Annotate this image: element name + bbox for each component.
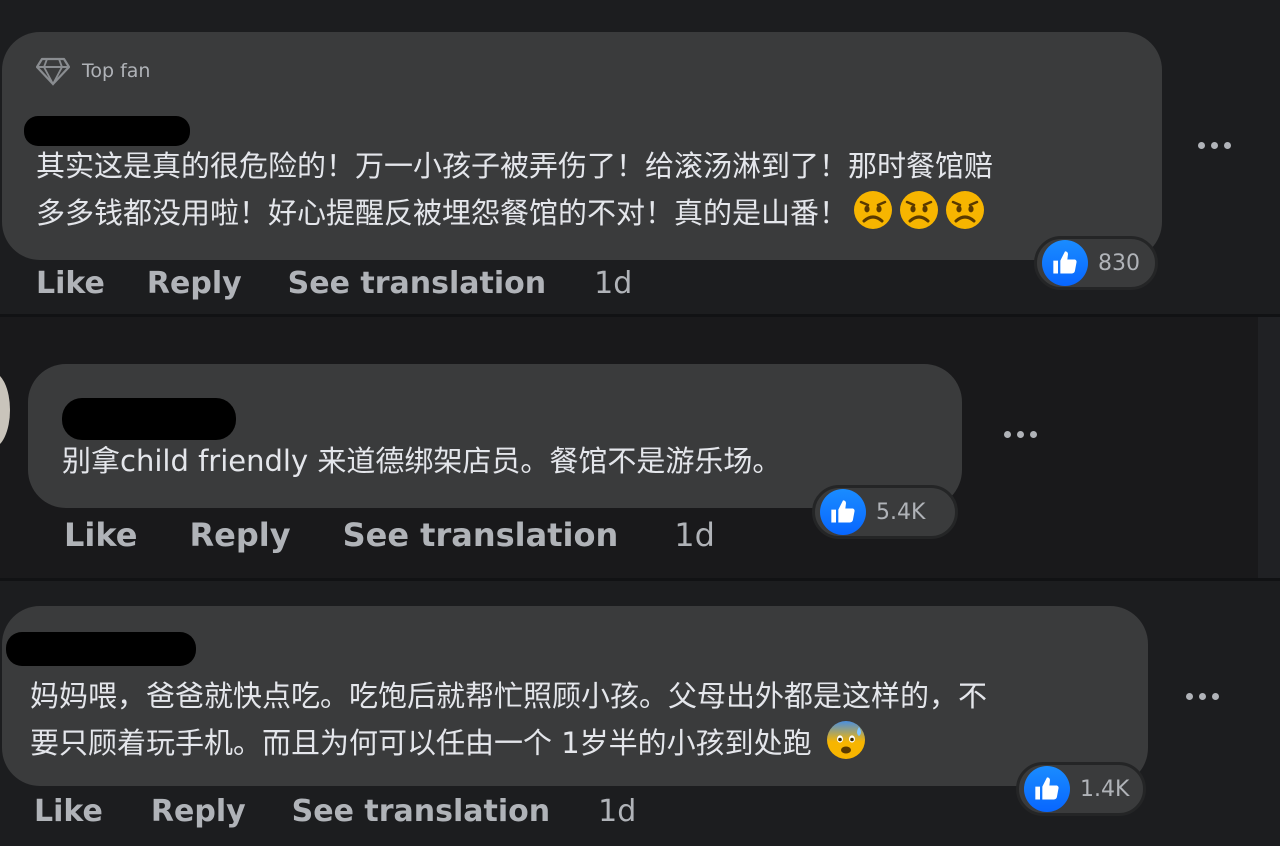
like-button[interactable]: Like: [64, 516, 137, 554]
more-options-button[interactable]: [1004, 431, 1037, 438]
comment-text: 别拿child friendly 来道德绑架店员。餐馆不是游乐场。: [62, 438, 781, 484]
like-reaction-icon: [820, 489, 866, 535]
dot: [1198, 142, 1205, 149]
like-button[interactable]: Like: [36, 266, 105, 301]
comment-line-with-emoji: 要只顾着玩手机。而且为何可以任由一个 1岁半的小孩到处跑: [30, 719, 987, 766]
anxious-sweat-face-icon: [826, 721, 865, 759]
comment-line: 多多钱都没用啦！好心提醒反被埋怨餐馆的不对！真的是山番！: [36, 196, 849, 230]
reaction-summary[interactable]: 1.4K: [1016, 762, 1146, 816]
comment-actions: Like Reply See translation 1d: [64, 516, 715, 554]
see-translation-link[interactable]: See translation: [292, 794, 550, 829]
dot: [1211, 142, 1218, 149]
comment-timestamp[interactable]: 1d: [674, 516, 715, 554]
dot: [1199, 693, 1206, 700]
redacted-author-name: [6, 632, 196, 666]
panel-edge: [1258, 317, 1280, 578]
thumbs-up-icon: [1053, 251, 1077, 274]
reply-button[interactable]: Reply: [151, 794, 246, 829]
see-translation-link[interactable]: See translation: [288, 266, 546, 301]
thumbs-up-icon: [831, 500, 855, 523]
comment-line: 要只顾着玩手机。而且为何可以任由一个 1岁半的小孩到处跑: [30, 726, 812, 760]
comment-line: 别拿child friendly 来道德绑架店员。餐馆不是游乐场。: [62, 444, 782, 478]
comment-actions: Like Reply See translation 1d: [34, 794, 636, 829]
top-fan-badge: Top fan: [36, 56, 150, 86]
reaction-count: 1.4K: [1080, 776, 1130, 802]
like-reaction-icon: [1042, 240, 1088, 286]
badge-label: Top fan: [82, 60, 151, 82]
comment-timestamp[interactable]: 1d: [594, 266, 632, 301]
comment-text: 其实这是真的很危险的！万一小孩子被弄伤了！给滚汤淋到了！那时餐馆赔 多多钱都没用…: [36, 143, 993, 236]
dot: [1004, 431, 1011, 438]
redacted-author-name: [62, 398, 236, 440]
comment-actions: Like Reply See translation 1d: [36, 266, 632, 301]
reply-button[interactable]: Reply: [189, 516, 290, 554]
dot: [1212, 693, 1219, 700]
like-button[interactable]: Like: [34, 794, 103, 829]
frowning-face-icon: [900, 191, 939, 229]
dot: [1186, 693, 1193, 700]
reaction-summary[interactable]: 5.4K: [812, 485, 958, 539]
reaction-count: 830: [1098, 250, 1140, 276]
more-options-button[interactable]: [1198, 142, 1231, 149]
thumbs-up-icon: [1035, 777, 1059, 800]
more-options-button[interactable]: [1186, 693, 1219, 700]
dot: [1224, 142, 1231, 149]
comment-line: 妈妈喂，爸爸就快点吃。吃饱后就帮忙照顾小孩。父母出外都是这样的，不: [30, 679, 988, 713]
dot: [1030, 431, 1037, 438]
frowning-face-icon: [854, 191, 893, 229]
reaction-count: 5.4K: [876, 499, 926, 525]
comment-line-with-emoji: 多多钱都没用啦！好心提醒反被埋怨餐馆的不对！真的是山番！: [36, 189, 993, 236]
reply-button[interactable]: Reply: [147, 266, 242, 301]
comment-timestamp[interactable]: 1d: [598, 794, 636, 829]
diamond-icon: [36, 57, 70, 86]
reaction-summary[interactable]: 830: [1034, 236, 1158, 290]
like-reaction-icon: [1024, 766, 1070, 812]
redacted-author-name: [24, 116, 190, 146]
dot: [1017, 431, 1024, 438]
comment-text: 妈妈喂，爸爸就快点吃。吃饱后就帮忙照顾小孩。父母出外都是这样的，不 要只顾着玩手…: [30, 673, 987, 766]
comment-line: 其实这是真的很危险的！万一小孩子被弄伤了！给滚汤淋到了！那时餐馆赔: [36, 149, 994, 183]
see-translation-link[interactable]: See translation: [343, 516, 619, 554]
frowning-face-icon: [946, 191, 985, 229]
